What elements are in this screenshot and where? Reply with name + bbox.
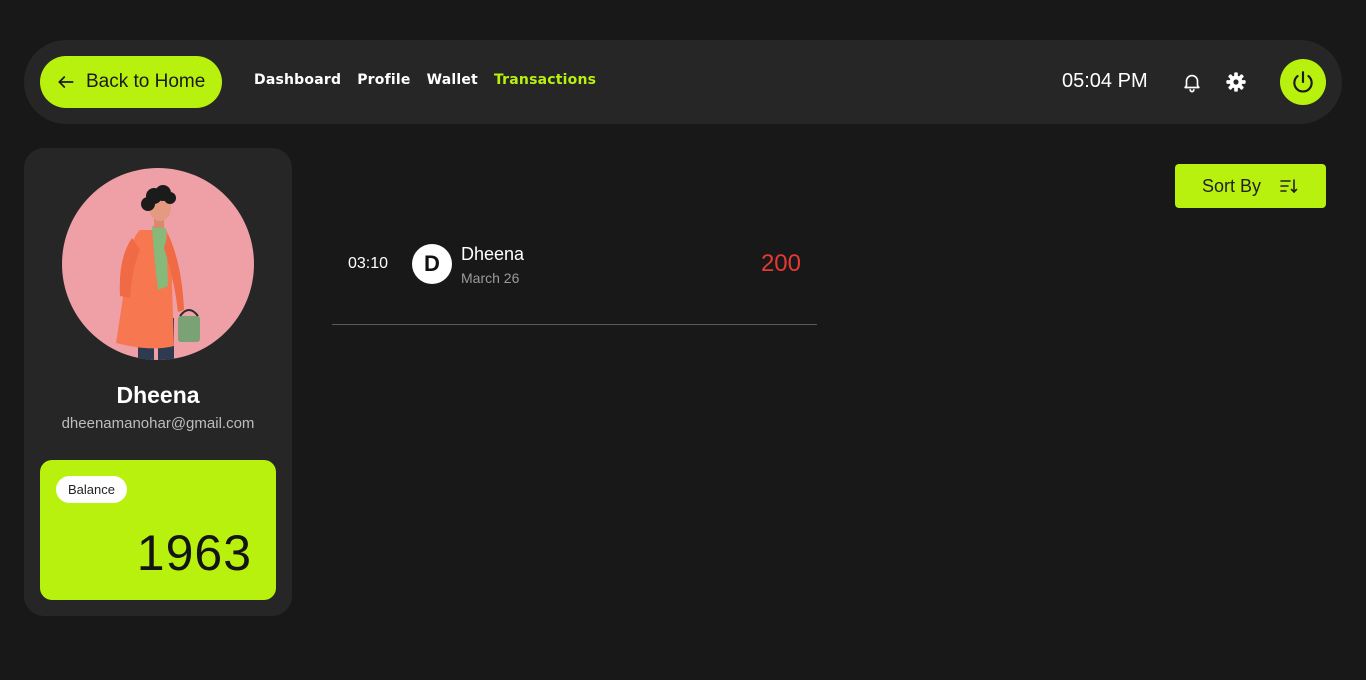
arrow-left-icon [58,76,74,88]
nav-dashboard[interactable]: Dashboard [254,72,341,88]
transaction-avatar: D [412,244,452,284]
balance-card: Balance 1963 [40,460,276,600]
back-to-home-button[interactable]: Back to Home [40,56,222,108]
sort-icon [1280,179,1298,194]
transaction-name: Dheena [461,244,525,264]
profile-email: dheenamanohar@gmail.com [61,415,255,432]
nav-transactions[interactable]: Transactions [494,72,596,88]
profile-name: Dheena [116,382,200,408]
balance-value: 1963 [136,525,252,581]
transaction-time: 03:10 [348,255,389,272]
balance-label: Balance [56,476,127,503]
main-nav: Dashboard Profile Wallet Transactions [254,72,596,88]
top-nav-bar: Back to Home Dashboard Profile Wallet Tr… [24,40,1342,124]
sort-by-button[interactable]: Sort By [1175,164,1326,208]
power-icon [1293,71,1313,93]
sort-by-label: Sort By [1201,175,1262,196]
power-logout-button[interactable] [1280,59,1326,105]
nav-wallet[interactable]: Wallet [427,72,478,88]
gear-icon[interactable] [1224,70,1248,94]
transaction-row[interactable]: 03:10 D Dheena March 26 200 [332,236,817,325]
profile-card: Dheena dheenamanohar@gmail.com Balance 1… [24,148,292,616]
nav-profile[interactable]: Profile [357,72,410,88]
avatar [62,168,254,360]
clock-time: 05:04 PM [1062,70,1148,92]
transaction-amount: 200 [760,250,801,277]
bell-icon[interactable] [1180,70,1204,94]
back-to-home-label: Back to Home [86,71,206,92]
transaction-date: March 26 [461,270,520,286]
